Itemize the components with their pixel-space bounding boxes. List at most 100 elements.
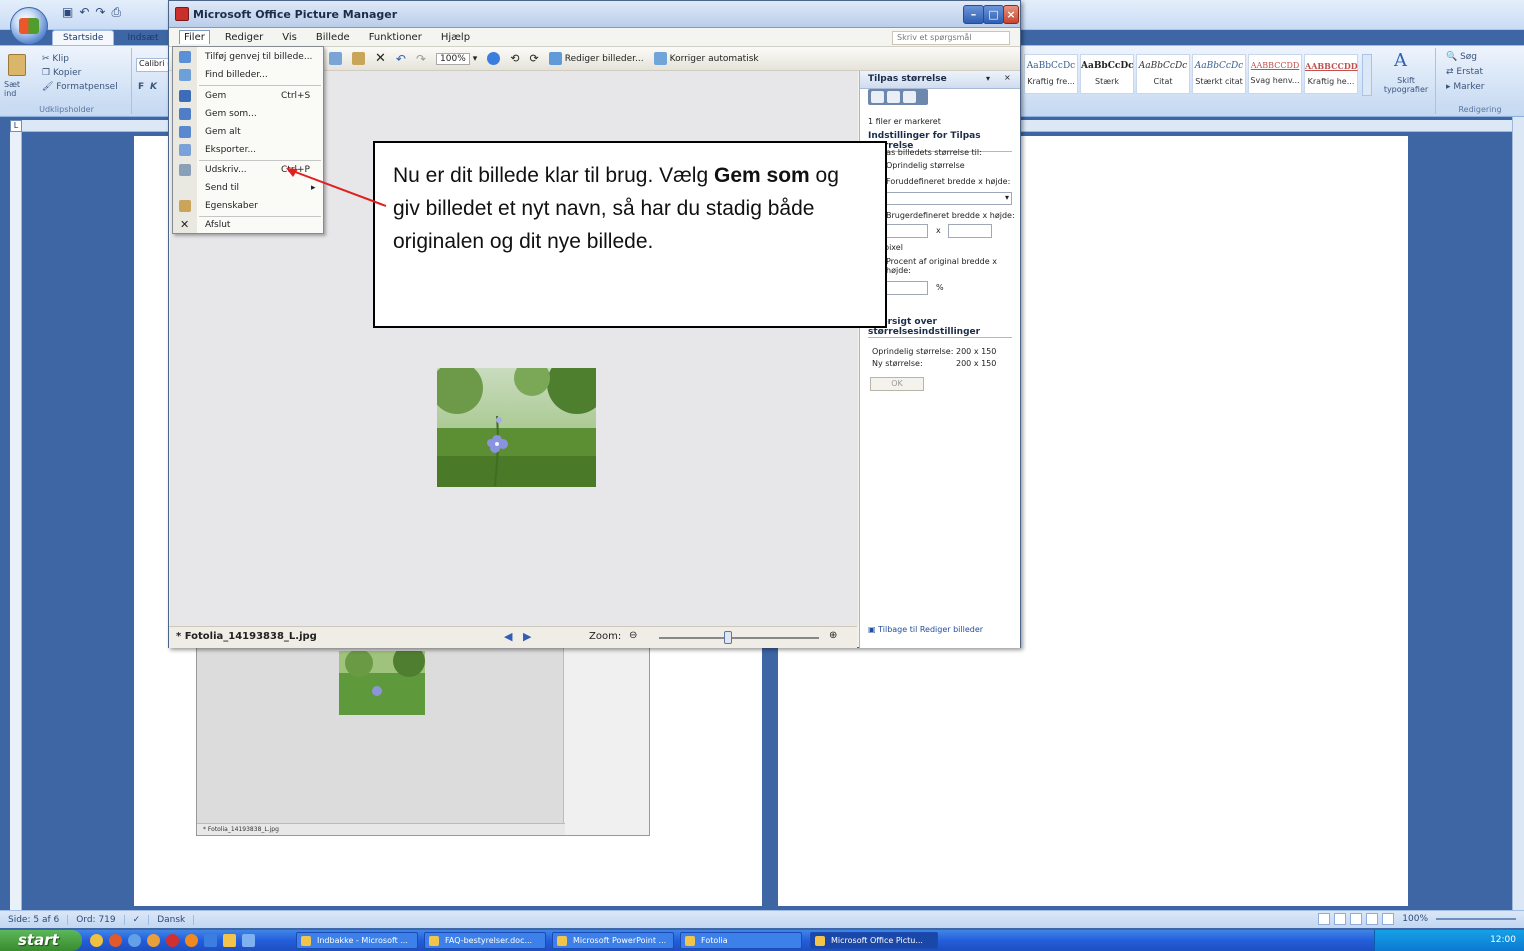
find-button[interactable]: 🔍 Søg xyxy=(1446,52,1477,62)
undo-icon[interactable]: ↶ xyxy=(79,5,89,23)
zoom-slider-thumb[interactable] xyxy=(723,631,732,644)
menu-item-save-as[interactable]: Gem som... xyxy=(173,105,323,123)
menu-item-find[interactable]: Find billeder... xyxy=(173,66,323,84)
taskbar-item-picture-manager[interactable]: Microsoft Office Pictu... xyxy=(810,932,938,949)
style-kraftig-henvisning[interactable]: AABBCCDD Kraftig he... xyxy=(1304,54,1358,94)
style-svag-henvisning[interactable]: AABBCCDD Svag henv... xyxy=(1248,54,1302,94)
menu-item-print[interactable]: Udskriv... Ctrl+P xyxy=(173,161,323,179)
office-button-icon[interactable] xyxy=(10,7,48,45)
replace-button[interactable]: ⇄ Erstat xyxy=(1446,67,1483,77)
menu-filer[interactable]: Filer xyxy=(179,30,210,44)
format-painter-button[interactable]: 🖌 Formatpensel xyxy=(42,82,118,92)
menu-rediger[interactable]: Rediger xyxy=(221,31,267,44)
style-kraftig-fremhaevning[interactable]: AaBbCcDc Kraftig fre... xyxy=(1024,54,1078,94)
word-count[interactable]: Ord: 719 xyxy=(68,914,125,925)
percent-input[interactable] xyxy=(884,281,928,295)
custom-height-input[interactable] xyxy=(948,224,992,238)
quick-launch-icon[interactable] xyxy=(204,934,217,947)
menu-item-properties[interactable]: Egenskaber xyxy=(173,197,323,215)
paste-icon[interactable] xyxy=(8,54,26,76)
embedded-screenshot[interactable]: * Fotolia_14193838_L.jpg xyxy=(196,644,650,836)
change-styles-icon[interactable]: A xyxy=(1394,50,1407,71)
back-to-edit-link[interactable]: ▣ Tilbage til Rediger billeder xyxy=(868,625,983,634)
bold-button[interactable]: F xyxy=(138,82,144,92)
save-icon[interactable]: ▣ xyxy=(62,5,73,23)
ok-button[interactable]: OK xyxy=(870,377,924,391)
quick-launch-icon[interactable] xyxy=(90,934,103,947)
zoom-dropdown[interactable]: 100% ▾ xyxy=(436,52,477,65)
rotate-left-icon[interactable]: ⟲ xyxy=(510,52,519,65)
print-preview-icon[interactable]: ⎙ xyxy=(111,5,121,23)
menu-funktioner[interactable]: Funktioner xyxy=(365,31,426,44)
pane-close-icon[interactable]: × xyxy=(1004,73,1011,82)
quick-launch-icon[interactable] xyxy=(128,934,141,947)
flower-photo[interactable] xyxy=(437,368,596,487)
copy-button[interactable]: ❐ Kopier xyxy=(42,68,81,78)
styles-scroll[interactable] xyxy=(1362,54,1372,96)
taskbar-item-fotolia[interactable]: Fotolia xyxy=(680,932,802,949)
help-icon[interactable] xyxy=(487,52,501,65)
menu-item-send-to[interactable]: Send til ▸ xyxy=(173,179,323,197)
web-layout-view-icon[interactable] xyxy=(1350,913,1363,925)
font-name-box[interactable]: Calibri (t xyxy=(136,58,170,72)
zoom-slider[interactable] xyxy=(1436,918,1516,920)
select-button[interactable]: ▸ Marker xyxy=(1446,82,1485,92)
redo-icon[interactable]: ↷ xyxy=(95,5,105,23)
quick-launch-icon[interactable] xyxy=(223,934,236,947)
menu-vis[interactable]: Vis xyxy=(278,31,301,44)
menu-item-save[interactable]: Gem Ctrl+S xyxy=(173,87,323,105)
start-button[interactable]: start xyxy=(0,930,82,951)
rotate-right-icon[interactable]: ⟳ xyxy=(530,52,539,65)
predefined-size-select[interactable]: ▾ xyxy=(884,192,1012,205)
redo-icon[interactable]: ↷ xyxy=(416,52,426,66)
change-styles-label[interactable]: Skift typografier xyxy=(1378,76,1434,94)
taskbar-item-outlook[interactable]: Indbakke - Microsoft ... xyxy=(296,932,418,949)
prev-next-arrows[interactable]: ◀ ▶ xyxy=(504,630,531,643)
edit-pictures-button[interactable]: Rediger billeder... xyxy=(548,52,644,65)
quick-launch-icon[interactable] xyxy=(147,934,160,947)
custom-width-input[interactable] xyxy=(884,224,928,238)
delete-icon[interactable]: ✕ xyxy=(375,51,386,66)
tab-selector[interactable]: L xyxy=(10,120,22,132)
zoom-slider-track[interactable] xyxy=(659,637,819,639)
menu-hjaelp[interactable]: Hjælp xyxy=(437,31,474,44)
cut-button[interactable]: ✂ Klip xyxy=(42,54,69,64)
quick-launch-icon[interactable] xyxy=(166,934,179,947)
paste-label[interactable]: Sæt ind xyxy=(4,80,34,98)
close-button[interactable]: × xyxy=(1003,5,1019,24)
clock[interactable]: 12:00 xyxy=(1490,935,1516,945)
copy-icon[interactable] xyxy=(329,52,342,65)
language[interactable]: Dansk xyxy=(149,914,195,925)
quick-launch-icon[interactable] xyxy=(185,934,198,947)
menu-item-exit[interactable]: ✕ Afslut xyxy=(173,216,323,234)
zoom-out-icon[interactable]: ⊖ xyxy=(629,630,637,641)
forward-icon[interactable] xyxy=(887,91,900,103)
draft-view-icon[interactable] xyxy=(1382,913,1395,925)
home-icon[interactable] xyxy=(903,91,916,103)
outline-view-icon[interactable] xyxy=(1366,913,1379,925)
style-staerkt-citat[interactable]: AaBbCcDc Stærkt citat xyxy=(1192,54,1246,94)
pane-options-icon[interactable]: ▾ xyxy=(986,74,990,83)
zoom-level[interactable]: 100% xyxy=(1398,914,1432,924)
vertical-scrollbar[interactable] xyxy=(1512,117,1524,910)
spellcheck-icon[interactable]: ✓ xyxy=(125,914,150,925)
maximize-button[interactable]: □ xyxy=(983,5,1004,24)
ask-question-input[interactable]: Skriv et spørgsmål xyxy=(892,31,1010,45)
taskbar-item-word[interactable]: FAQ-bestyrelser.doc... xyxy=(424,932,546,949)
full-screen-view-icon[interactable] xyxy=(1334,913,1347,925)
print-layout-view-icon[interactable] xyxy=(1318,913,1331,925)
style-citat[interactable]: AaBbCcDc Citat xyxy=(1136,54,1190,94)
page-count[interactable]: Side: 5 af 6 xyxy=(0,914,69,925)
taskbar-item-powerpoint[interactable]: Microsoft PowerPoint ... xyxy=(552,932,674,949)
quick-launch-icon[interactable] xyxy=(109,934,122,947)
style-staerk[interactable]: AaBbCcDc Stærk xyxy=(1080,54,1134,94)
vertical-ruler[interactable] xyxy=(10,120,22,910)
paste-icon[interactable] xyxy=(352,52,365,65)
menu-item-export[interactable]: Eksporter... xyxy=(173,141,323,159)
italic-button[interactable]: K xyxy=(150,82,157,92)
pm-title-bar[interactable]: Microsoft Office Picture Manager – □ × xyxy=(169,1,1020,28)
quick-launch-icon[interactable] xyxy=(242,934,255,947)
undo-icon[interactable]: ↶ xyxy=(396,52,406,66)
minimize-button[interactable]: – xyxy=(963,5,984,24)
menu-billede[interactable]: Billede xyxy=(312,31,354,44)
